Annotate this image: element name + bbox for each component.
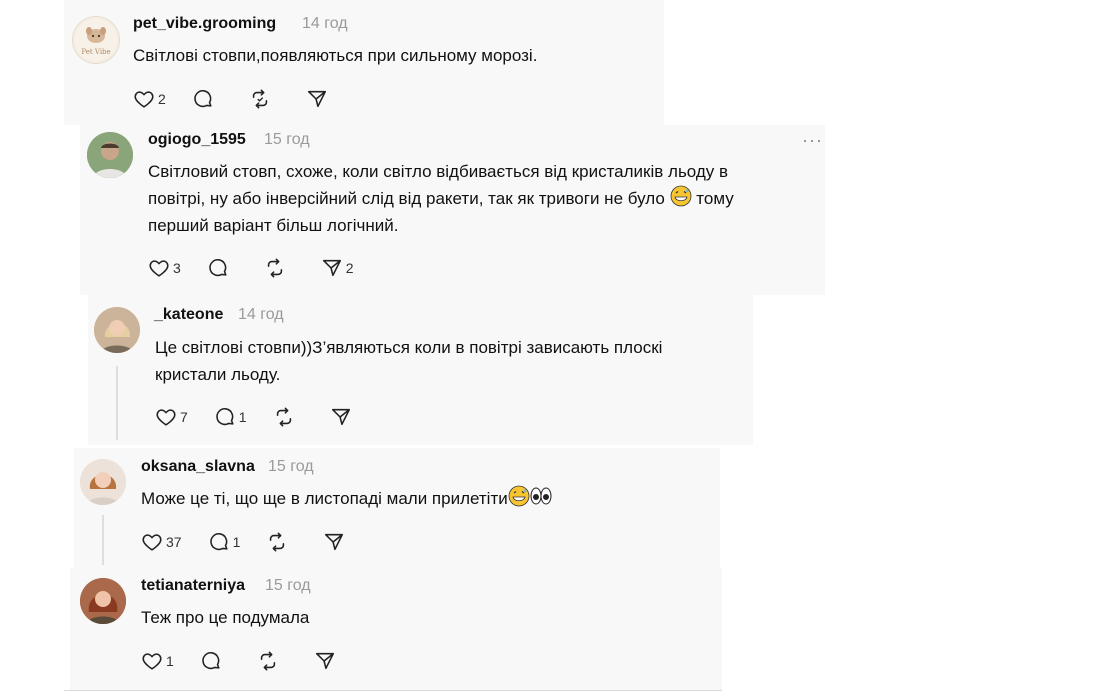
reply-count: 1 (232, 534, 241, 550)
pet-vibe-logo-icon (75, 19, 117, 61)
like-button[interactable]: 1 (141, 650, 174, 672)
username[interactable]: tetianaterniya (141, 577, 245, 595)
avatar-label: Pet Vibe (81, 48, 111, 56)
comment-text-part: тому (696, 189, 734, 208)
send-icon (325, 533, 344, 551)
user-photo-icon (94, 307, 140, 353)
share-button[interactable] (306, 88, 337, 110)
reply-count: 1 (238, 409, 247, 425)
share-count: 2 (345, 260, 354, 276)
repost-button[interactable] (264, 257, 295, 279)
send-icon (307, 90, 326, 108)
repost-button[interactable] (266, 531, 297, 553)
username[interactable]: oksana_slavna (141, 458, 255, 476)
comment-icon (209, 533, 228, 551)
reply-button[interactable]: 1 (214, 406, 247, 428)
timestamp[interactable]: 15 год (264, 131, 310, 149)
avatar[interactable]: Pet Vibe (72, 16, 120, 64)
repost-icon (270, 532, 285, 552)
more-options-button[interactable]: ··· (802, 130, 823, 151)
comment-text-part: повітрі, ну або інверсійний слід від рак… (148, 189, 665, 208)
comment-icon (194, 90, 212, 108)
heart-icon (149, 260, 169, 277)
timestamp[interactable]: 15 год (265, 577, 311, 595)
like-count: 2 (158, 91, 166, 107)
grinning-sweat-emoji-icon (670, 185, 691, 207)
action-bar: 2 (133, 87, 363, 111)
action-bar: 7 1 (155, 405, 387, 429)
heart-icon (156, 409, 176, 426)
user-photo-icon (80, 578, 126, 624)
like-count: 37 (166, 534, 182, 550)
avatar[interactable] (87, 132, 133, 178)
action-bar: 1 (141, 649, 371, 673)
repost-icon (260, 651, 275, 671)
like-button[interactable]: 2 (133, 88, 166, 110)
comment-text: кристали льоду. (155, 365, 281, 384)
repost-button[interactable] (273, 406, 304, 428)
timestamp[interactable]: 14 год (302, 15, 348, 33)
repost-icon (276, 407, 291, 427)
repost-icon (252, 89, 267, 109)
comment-text: Теж про це подумала (141, 608, 310, 627)
repost-icon (267, 258, 282, 278)
avatar[interactable] (94, 307, 140, 353)
send-icon (322, 259, 341, 277)
share-button[interactable]: 2 (321, 257, 354, 279)
action-bar: 3 2 (148, 256, 380, 280)
grinning-sweat-emoji-icon (508, 485, 530, 507)
comment-icon (202, 652, 220, 670)
comment-icon (209, 259, 227, 277)
eyes-emoji-icon (530, 487, 552, 505)
avatar[interactable] (80, 459, 126, 505)
like-button[interactable]: 37 (141, 531, 182, 553)
user-photo-icon (80, 459, 126, 505)
avatar[interactable] (80, 578, 126, 624)
like-button[interactable]: 7 (155, 406, 188, 428)
comment-text-part: Може це ті, що ще в листопаді мали приле… (141, 489, 508, 508)
timestamp[interactable]: 15 год (268, 458, 314, 476)
comment-text: Світлові стовпи,появляються при сильному… (133, 46, 538, 65)
share-button[interactable] (330, 406, 361, 428)
timestamp[interactable]: 14 год (238, 306, 284, 324)
share-button[interactable] (314, 650, 345, 672)
username[interactable]: ogiogo_1595 (148, 131, 246, 149)
comment-text: Може це ті, що ще в листопаді мали приле… (141, 485, 552, 512)
reply-button[interactable] (207, 257, 238, 279)
comment-text: повітрі, ну або інверсійний слід від рак… (148, 185, 734, 212)
share-button[interactable] (323, 531, 354, 553)
comment-text: Це світлові стовпи))З’являються коли в п… (155, 338, 663, 357)
reply-button[interactable]: 1 (208, 531, 241, 553)
like-button[interactable]: 3 (148, 257, 181, 279)
comment-text: перший варіант більш логічний. (148, 216, 399, 235)
send-icon (315, 652, 334, 670)
thread-line (102, 515, 104, 565)
divider (64, 690, 722, 691)
repost-button[interactable] (257, 650, 288, 672)
heart-icon (134, 91, 154, 108)
reply-button[interactable] (192, 88, 223, 110)
thread-line (116, 366, 118, 440)
like-count: 3 (173, 260, 181, 276)
repost-button[interactable] (249, 88, 280, 110)
heart-icon (142, 534, 162, 551)
like-count: 7 (180, 409, 188, 425)
comment-text: Світловий стовп, схоже, коли світло відб… (148, 162, 729, 181)
like-count: 1 (166, 653, 174, 669)
action-bar: 37 1 (141, 530, 380, 554)
heart-icon (142, 653, 162, 670)
comment-icon (216, 408, 234, 426)
user-photo-icon (87, 132, 133, 178)
username[interactable]: _kateone (154, 306, 223, 324)
reply-button[interactable] (200, 650, 231, 672)
send-icon (331, 408, 350, 426)
username[interactable]: pet_vibe.grooming (133, 15, 276, 33)
